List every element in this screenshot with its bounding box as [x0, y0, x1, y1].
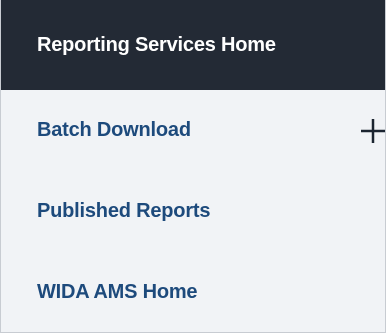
nav-header-label: Reporting Services Home	[37, 33, 276, 56]
nav-item-published-reports[interactable]: Published Reports	[1, 171, 385, 252]
nav-item-label: WIDA AMS Home	[37, 281, 198, 303]
side-nav-panel: Reporting Services Home Batch Download P…	[0, 0, 386, 333]
nav-item-label: Batch Download	[37, 119, 191, 141]
nav-item-wida-ams-home[interactable]: WIDA AMS Home	[1, 252, 385, 332]
nav-item-label: Published Reports	[37, 200, 211, 222]
nav-header-reporting-services-home[interactable]: Reporting Services Home	[1, 0, 385, 90]
plus-icon[interactable]	[359, 117, 385, 145]
nav-item-batch-download[interactable]: Batch Download	[1, 90, 385, 171]
